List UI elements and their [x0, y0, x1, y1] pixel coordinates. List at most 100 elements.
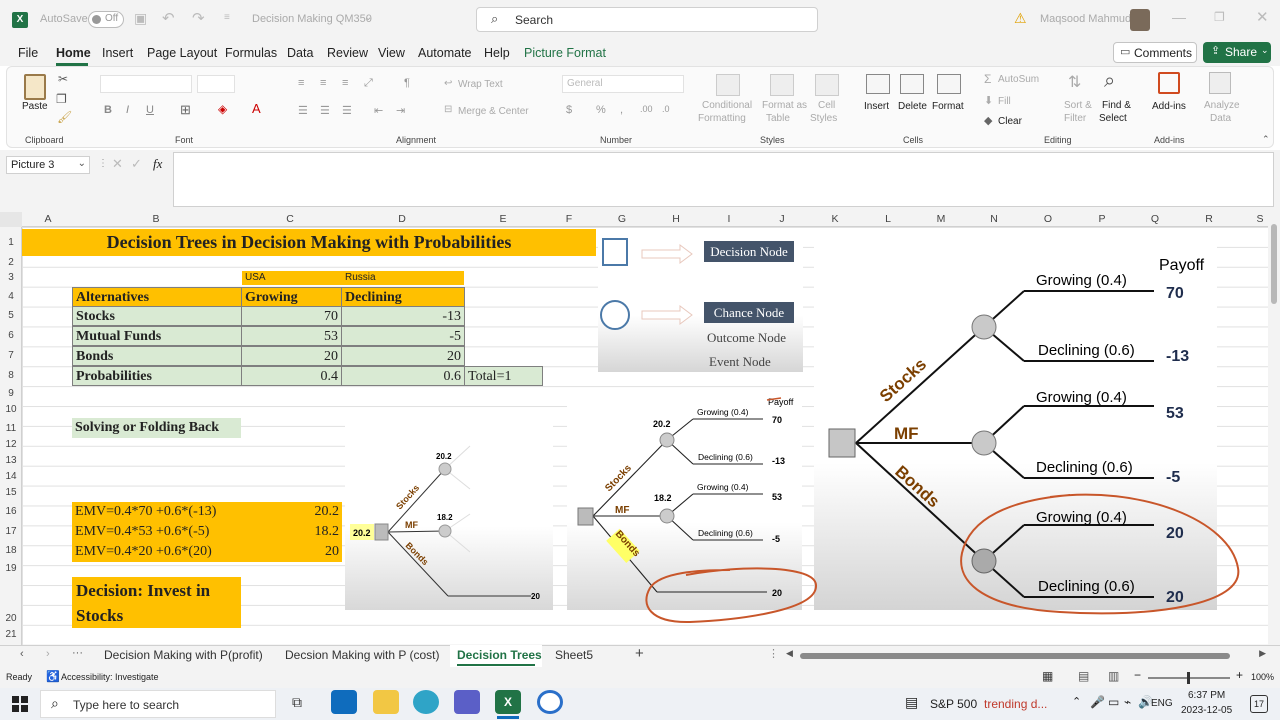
cell-label[interactable]: Cell: [818, 100, 835, 112]
merge-center-button[interactable]: Merge & Center: [458, 106, 529, 118]
cell-emv-bonds[interactable]: EMV=0.4*20 +0.6*(20): [72, 542, 242, 562]
format-cells-button[interactable]: Format: [932, 101, 964, 113]
clear-button[interactable]: Clear: [998, 116, 1022, 128]
microphone-icon[interactable]: 🎤: [1090, 695, 1105, 709]
clear-icon[interactable]: ◆: [984, 114, 992, 127]
column-header[interactable]: M: [931, 213, 951, 226]
autosum-button[interactable]: AutoSum: [998, 74, 1039, 86]
delete-cells-button[interactable]: Delete: [898, 101, 927, 113]
insert-function-icon[interactable]: fx: [153, 156, 162, 172]
filter-label[interactable]: Filter: [1064, 113, 1086, 125]
qat-customize-icon[interactable]: ≡: [224, 12, 230, 23]
cell-probabilities[interactable]: Probabilities: [72, 366, 242, 386]
share-button[interactable]: ⇪ Share ⌄: [1203, 42, 1271, 63]
row-header[interactable]: 6: [0, 330, 22, 341]
align-middle-icon[interactable]: ≡: [320, 77, 326, 89]
minimize-icon[interactable]: —: [1172, 9, 1186, 25]
column-header[interactable]: I: [719, 213, 739, 226]
accessibility-icon[interactable]: ♿: [46, 670, 60, 683]
italic-icon[interactable]: I: [126, 104, 129, 116]
tray-chevron-icon[interactable]: ⌃: [1072, 695, 1081, 708]
cell-prob-declining[interactable]: 0.6: [341, 366, 465, 386]
fill-icon[interactable]: ⬇: [984, 94, 993, 107]
font-name-select[interactable]: [100, 75, 192, 93]
percent-icon[interactable]: %: [596, 104, 606, 116]
filename-chevron-icon[interactable]: ⌄: [364, 12, 372, 23]
copy-icon[interactable]: ❐: [56, 92, 67, 106]
align-bottom-icon[interactable]: ≡: [342, 77, 348, 89]
status-accessibility[interactable]: Accessibility: Investigate: [61, 672, 159, 682]
paste-icon[interactable]: [24, 74, 46, 100]
cell-alternatives[interactable]: Alternatives: [72, 287, 242, 307]
sort-filter-icon[interactable]: ⇅: [1068, 72, 1081, 92]
cell-emv-stocks[interactable]: EMV=0.4*70 +0.6*(-13): [72, 502, 242, 522]
page-layout-view-icon[interactable]: ▤: [1078, 669, 1089, 683]
avatar[interactable]: [1130, 9, 1150, 31]
row-header[interactable]: 12: [0, 439, 22, 450]
row-header[interactable]: 21: [0, 629, 22, 640]
column-header[interactable]: C: [280, 213, 300, 226]
row-header[interactable]: 7: [0, 350, 22, 361]
row-header[interactable]: 8: [0, 370, 22, 381]
fill-button[interactable]: Fill: [998, 96, 1011, 108]
wrap-text-button[interactable]: Wrap Text: [458, 79, 503, 91]
row-header[interactable]: 1: [0, 237, 22, 248]
column-header[interactable]: D: [392, 213, 412, 226]
tab-help[interactable]: Help: [484, 46, 510, 60]
cell-stocks[interactable]: Stocks: [72, 306, 242, 326]
cell-stocks-declining[interactable]: -13: [341, 306, 465, 326]
select-all-corner[interactable]: [0, 212, 22, 227]
column-header[interactable]: S: [1250, 213, 1270, 226]
tab-next-icon[interactable]: ›: [46, 648, 50, 660]
sheet-title[interactable]: Decision Trees in Decision Making with P…: [22, 229, 596, 256]
comma-icon[interactable]: ,: [620, 104, 623, 116]
delete-cells-icon[interactable]: [900, 74, 924, 94]
tab-formulas[interactable]: Formulas: [225, 46, 277, 60]
row-header[interactable]: 2: [0, 257, 22, 268]
warning-icon[interactable]: ⚠: [1014, 10, 1027, 27]
autosum-icon[interactable]: Σ: [984, 72, 991, 86]
column-header[interactable]: E: [493, 213, 513, 226]
column-header[interactable]: H: [666, 213, 686, 226]
cell-emv-mf[interactable]: EMV=0.4*53 +0.6*(-5): [72, 522, 242, 542]
column-header[interactable]: Q: [1145, 213, 1165, 226]
fill-color-icon[interactable]: ◈: [218, 102, 227, 116]
column-header[interactable]: R: [1199, 213, 1219, 226]
sheet-tab-cost[interactable]: Decsion Making with P (cost): [285, 648, 440, 662]
orientation-icon[interactable]: ⤢: [364, 77, 373, 90]
vertical-scrollbar[interactable]: [1268, 212, 1280, 645]
row-header[interactable]: 18: [0, 545, 22, 556]
tab-review[interactable]: Review: [327, 46, 368, 60]
sheet-tab-sheet5[interactable]: Sheet5: [555, 648, 593, 662]
enter-icon[interactable]: ✓: [131, 156, 142, 172]
column-header[interactable]: L: [878, 213, 898, 226]
analyze-label[interactable]: Analyze: [1204, 100, 1240, 112]
row-header[interactable]: 11: [0, 423, 22, 434]
sheet-tab-profit[interactable]: Decision Making with P(profit): [104, 648, 263, 662]
cell-emv-bonds-value[interactable]: 20: [242, 542, 342, 562]
cut-icon[interactable]: ✂: [58, 72, 68, 86]
battery-icon[interactable]: ▭: [1108, 695, 1119, 709]
tab-split-icon[interactable]: ⋮: [768, 647, 779, 660]
column-header[interactable]: B: [146, 213, 166, 226]
cell-growing[interactable]: Growing: [241, 287, 342, 307]
windows-start-icon[interactable]: [12, 696, 28, 712]
cell-total[interactable]: Total=1: [464, 366, 543, 386]
name-box[interactable]: Picture 3 ⌄: [6, 156, 90, 174]
align-right-icon[interactable]: ☰: [342, 104, 352, 117]
format-as-table-icon[interactable]: [770, 74, 794, 96]
formula-input[interactable]: [173, 152, 1274, 207]
indent-decrease-icon[interactable]: ⇤: [374, 104, 383, 117]
row-header[interactable]: 3: [0, 272, 22, 283]
cell-stocks-growing[interactable]: 70: [241, 306, 342, 326]
horizontal-scrollbar[interactable]: ◀ ▶: [786, 648, 1266, 662]
tab-page-layout[interactable]: Page Layout: [147, 46, 217, 60]
stock-trending[interactable]: trending d...: [984, 697, 1047, 711]
paste-button[interactable]: Paste: [22, 101, 48, 113]
zoom-in-icon[interactable]: +: [1236, 668, 1243, 682]
currency-icon[interactable]: $: [566, 104, 572, 116]
close-icon[interactable]: ✕: [1256, 8, 1269, 26]
row-header[interactable]: 14: [0, 471, 22, 482]
format-painter-icon[interactable]: 🖌: [57, 110, 72, 124]
select-label[interactable]: Select: [1099, 113, 1127, 125]
